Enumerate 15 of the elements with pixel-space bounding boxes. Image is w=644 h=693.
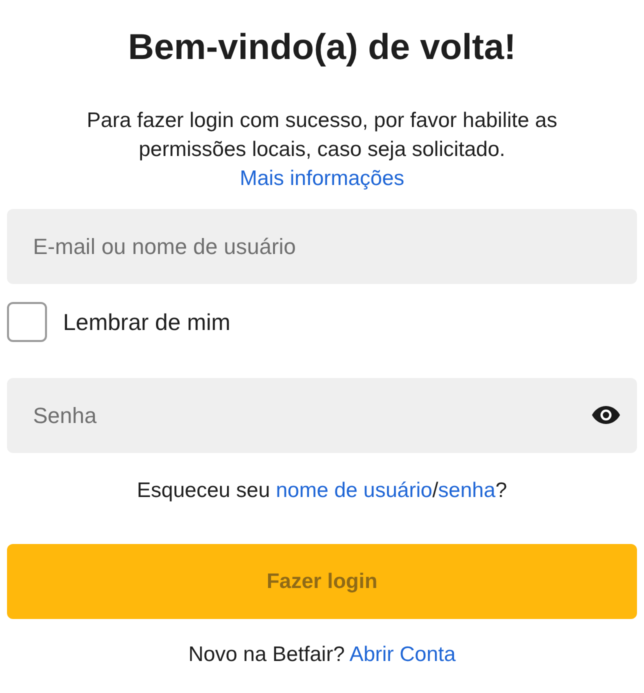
more-info-link[interactable]: Mais informações [240, 167, 404, 190]
intro-text: Para fazer login com sucesso, por favor habilite as permissões locais, caso seja solicitado. [86, 108, 558, 163]
separator-text: / [432, 479, 438, 502]
password-field[interactable]: Senha [7, 378, 637, 453]
eye-icon[interactable] [591, 405, 621, 425]
open-account-link[interactable]: Abrir Conta [349, 643, 456, 666]
forgot-text: Esqueceu seu [136, 479, 272, 502]
signup-text: Novo na Betfair? [188, 643, 346, 666]
page-title: Bem-vindo(a) de volta! [128, 25, 516, 69]
username-link[interactable]: nome de usuário [276, 479, 432, 502]
password-link[interactable]: senha [438, 479, 496, 502]
question-mark-text: ? [495, 479, 508, 502]
remember-label: Lembrar de mim [63, 308, 230, 337]
username-field[interactable]: E-mail ou nome de usuário [7, 209, 637, 284]
remember-checkbox[interactable] [7, 302, 47, 342]
